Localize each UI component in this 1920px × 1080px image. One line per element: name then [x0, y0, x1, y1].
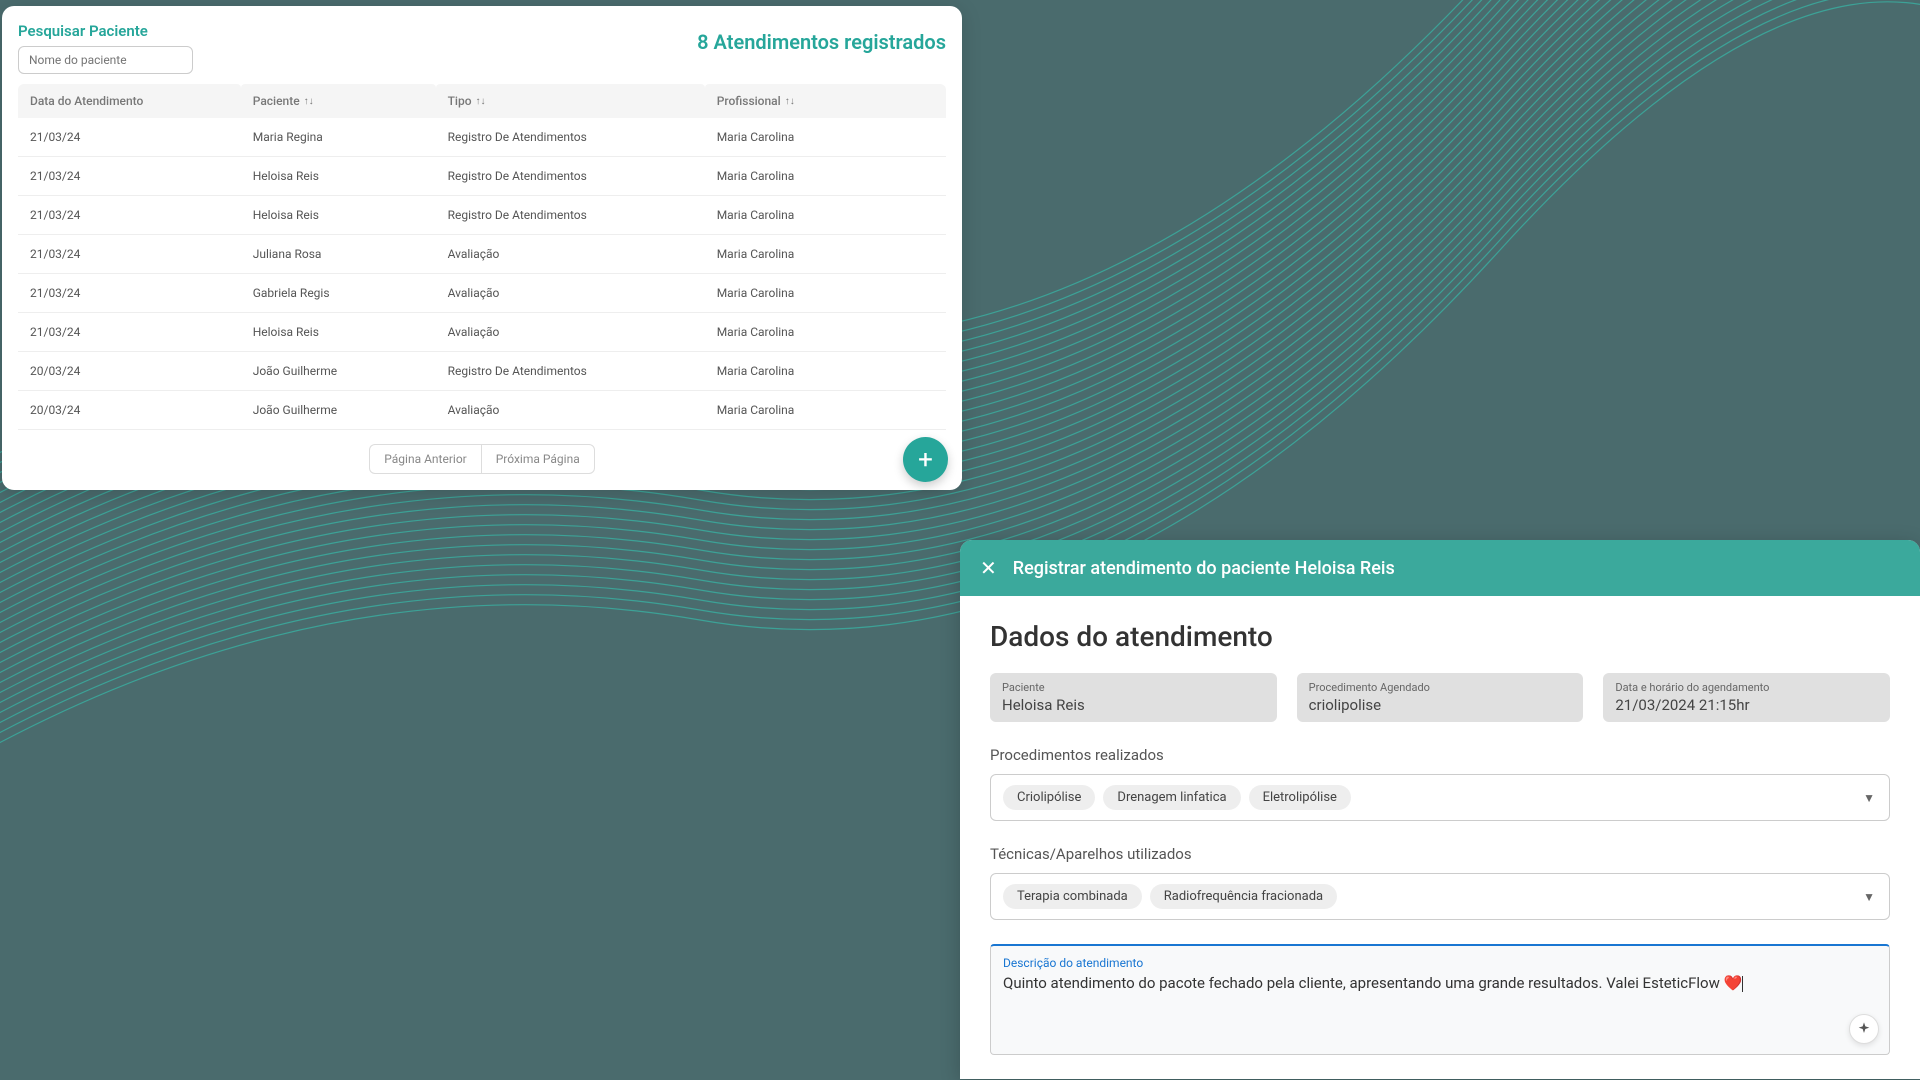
table-cell: Maria Carolina — [705, 118, 946, 157]
techniques-label: Técnicas/Aparelhos utilizados — [990, 845, 1890, 863]
table-cell: Avaliação — [436, 391, 705, 430]
chip[interactable]: Terapia combinada — [1003, 884, 1142, 909]
plus-icon: + — [918, 445, 933, 475]
table-cell: 20/03/24 — [18, 391, 241, 430]
datetime-field: Data e horário do agendamento 21/03/2024… — [1603, 673, 1890, 722]
table-cell: Maria Carolina — [705, 313, 946, 352]
count-title: 8 Atendimentos registrados — [697, 30, 946, 54]
search-title: Pesquisar Paciente — [18, 22, 193, 40]
chevron-down-icon: ▼ — [1863, 890, 1875, 904]
modal-header: ✕ Registrar atendimento do paciente Helo… — [960, 540, 1920, 596]
datetime-field-label: Data e horário do agendamento — [1615, 681, 1878, 694]
table-cell: Juliana Rosa — [241, 235, 436, 274]
patient-field: Paciente Heloisa Reis — [990, 673, 1277, 722]
table-cell: Maria Regina — [241, 118, 436, 157]
table-cell: 21/03/24 — [18, 274, 241, 313]
chevron-down-icon: ▼ — [1863, 791, 1875, 805]
chip[interactable]: Criolipólise — [1003, 785, 1095, 810]
chip[interactable]: Drenagem linfatica — [1103, 785, 1240, 810]
table-cell: Maria Carolina — [705, 196, 946, 235]
close-button[interactable]: ✕ — [980, 556, 997, 580]
table-cell: Gabriela Regis — [241, 274, 436, 313]
table-cell: Maria Carolina — [705, 235, 946, 274]
techniques-select[interactable]: Terapia combinada Radiofrequência fracio… — [990, 873, 1890, 920]
sort-icon: ↑↓ — [304, 96, 314, 107]
procedure-field: Procedimento Agendado criolipolise — [1297, 673, 1584, 722]
table-cell: 21/03/24 — [18, 235, 241, 274]
description-textarea[interactable]: Descrição do atendimento Quinto atendime… — [990, 944, 1890, 1055]
column-professional[interactable]: Profissional↑↓ — [705, 84, 946, 118]
appointments-table: Data do Atendimento Paciente↑↓ Tipo↑↓ Pr… — [18, 84, 946, 430]
procedures-select[interactable]: Criolipólise Drenagem linfatica Eletroli… — [990, 774, 1890, 821]
patient-field-value: Heloisa Reis — [1002, 696, 1265, 714]
modal-title: Registrar atendimento do paciente Helois… — [1013, 558, 1395, 579]
column-type[interactable]: Tipo↑↓ — [436, 84, 705, 118]
table-cell: Heloisa Reis — [241, 313, 436, 352]
table-cell: Avaliação — [436, 235, 705, 274]
sort-icon: ↑↓ — [476, 96, 486, 107]
table-cell: Registro De Atendimentos — [436, 157, 705, 196]
table-row[interactable]: 21/03/24Heloisa ReisAvaliaçãoMaria Carol… — [18, 313, 946, 352]
next-page-button[interactable]: Próxima Página — [481, 444, 595, 474]
table-cell: 21/03/24 — [18, 196, 241, 235]
table-row[interactable]: 21/03/24Heloisa ReisRegistro De Atendime… — [18, 196, 946, 235]
add-button[interactable]: + — [903, 437, 948, 482]
table-row[interactable]: 20/03/24João GuilhermeRegistro De Atendi… — [18, 352, 946, 391]
table-row[interactable]: 21/03/24Juliana RosaAvaliaçãoMaria Carol… — [18, 235, 946, 274]
table-cell: João Guilherme — [241, 352, 436, 391]
prev-page-button[interactable]: Página Anterior — [369, 444, 480, 474]
table-cell: 20/03/24 — [18, 352, 241, 391]
table-cell: Registro De Atendimentos — [436, 196, 705, 235]
table-cell: Heloisa Reis — [241, 196, 436, 235]
table-cell: Registro De Atendimentos — [436, 118, 705, 157]
table-cell: João Guilherme — [241, 391, 436, 430]
table-cell: Maria Carolina — [705, 274, 946, 313]
appointment-modal: ✕ Registrar atendimento do paciente Helo… — [960, 540, 1920, 1079]
search-input[interactable] — [18, 46, 193, 74]
table-cell: 21/03/24 — [18, 313, 241, 352]
description-label: Descrição do atendimento — [1003, 956, 1877, 970]
table-row[interactable]: 21/03/24Maria ReginaRegistro De Atendime… — [18, 118, 946, 157]
column-date[interactable]: Data do Atendimento — [18, 84, 241, 118]
close-icon: ✕ — [980, 556, 997, 580]
table-cell: 21/03/24 — [18, 118, 241, 157]
assist-icon-button[interactable] — [1849, 1014, 1879, 1044]
procedures-label: Procedimentos realizados — [990, 746, 1890, 764]
table-cell: Maria Carolina — [705, 391, 946, 430]
table-cell: Maria Carolina — [705, 157, 946, 196]
table-cell: Heloisa Reis — [241, 157, 436, 196]
table-row[interactable]: 20/03/24João GuilhermeAvaliaçãoMaria Car… — [18, 391, 946, 430]
procedure-field-value: criolipolise — [1309, 696, 1572, 714]
sparkle-icon — [1856, 1021, 1872, 1037]
table-cell: Registro De Atendimentos — [436, 352, 705, 391]
table-cell: Avaliação — [436, 274, 705, 313]
description-content: Quinto atendimento do pacote fechado pel… — [1003, 974, 1877, 1044]
sort-icon: ↑↓ — [785, 96, 795, 107]
datetime-field-value: 21/03/2024 21:15hr — [1615, 696, 1878, 714]
chip[interactable]: Radiofrequência fracionada — [1150, 884, 1337, 909]
column-patient[interactable]: Paciente↑↓ — [241, 84, 436, 118]
table-row[interactable]: 21/03/24Gabriela RegisAvaliaçãoMaria Car… — [18, 274, 946, 313]
section-title: Dados do atendimento — [990, 620, 1890, 653]
patient-field-label: Paciente — [1002, 681, 1265, 694]
table-cell: Avaliação — [436, 313, 705, 352]
procedure-field-label: Procedimento Agendado — [1309, 681, 1572, 694]
table-cell: Maria Carolina — [705, 352, 946, 391]
appointments-list-card: Pesquisar Paciente 8 Atendimentos regist… — [2, 6, 962, 490]
chip[interactable]: Eletrolipólise — [1249, 785, 1351, 810]
table-row[interactable]: 21/03/24Heloisa ReisRegistro De Atendime… — [18, 157, 946, 196]
table-cell: 21/03/24 — [18, 157, 241, 196]
